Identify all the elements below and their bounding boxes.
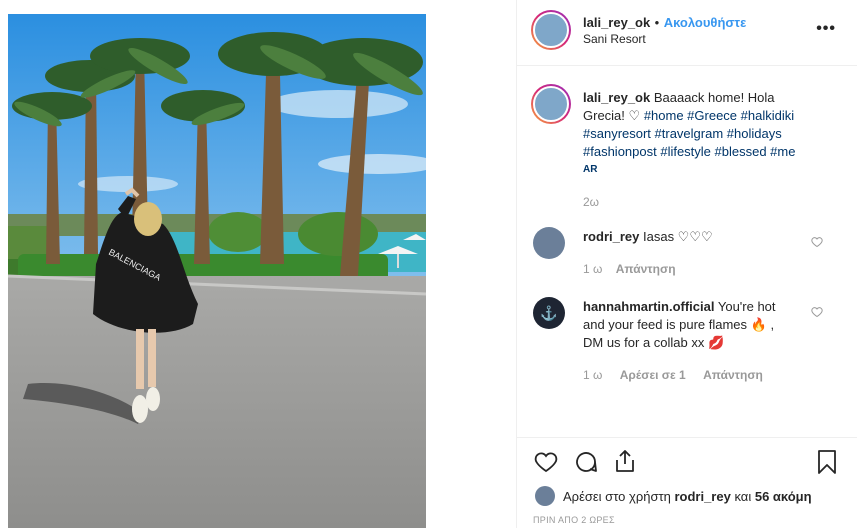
caption-tags-2[interactable]: #sanyresort #travelgram #holidays	[583, 125, 833, 143]
comment-text-1: You're hot	[717, 299, 776, 314]
comment-text-2: and your feed is pure flames 🔥 ,	[583, 317, 775, 332]
share-icon[interactable]	[613, 448, 637, 474]
post-timestamp: ΠΡΙΝ ΑΠΟ 2 ΩΡΕΣ	[533, 515, 615, 525]
comment-row: hannahmartin.official You're hot and you…	[583, 298, 833, 384]
likes-count[interactable]: 56 ακόμη	[755, 489, 812, 504]
comment-time: 1 ω	[583, 368, 603, 382]
caption-avatar[interactable]	[531, 84, 571, 124]
more-icon[interactable]: •••	[816, 20, 836, 38]
comment-row: rodri_rey Iasas ♡♡♡ 1 ω Απάντηση	[583, 228, 833, 278]
caption-tags-3[interactable]: #fashionpost #lifestyle #blessed #me	[583, 143, 833, 161]
liker-avatar[interactable]	[535, 486, 555, 506]
comment-username[interactable]: hannahmartin.official	[583, 299, 714, 314]
follow-button[interactable]: Ακολουθήστε	[664, 15, 747, 30]
comment-time: 1 ω	[583, 262, 603, 276]
anchor-icon: ⚓	[540, 304, 558, 321]
comment-icon[interactable]	[573, 450, 599, 474]
comment-text-3: DM us for a collab xx 💋	[583, 335, 725, 350]
caption-text: lali_rey_ok Baaaack home! Hola Grecia! ♡…	[583, 89, 833, 211]
caption-time: 2ω	[583, 195, 600, 209]
commenter-avatar[interactable]: ⚓	[533, 297, 565, 329]
comment-text: Iasas ♡♡♡	[643, 229, 713, 244]
likes-user[interactable]: rodri_rey	[674, 489, 730, 504]
likes-summary: Αρέσει στο χρήστη rodri_rey και 56 ακόμη	[535, 486, 812, 506]
caption-username[interactable]: lali_rey_ok	[583, 90, 650, 105]
comment-like-heart-icon[interactable]	[811, 306, 823, 318]
post-photo[interactable]: BALENCIAGA	[8, 14, 426, 528]
separator-dot: •	[654, 15, 660, 30]
commenter-avatar[interactable]	[533, 227, 565, 259]
caption-tags-1[interactable]: #home #Greece #halkidiki	[644, 108, 794, 123]
heart-emoji-icon: ♡	[628, 108, 641, 123]
beach-photo-illustration: BALENCIAGA	[8, 14, 426, 528]
reply-button[interactable]: Απάντηση	[703, 368, 763, 382]
caption-extra-tag[interactable]: AR	[583, 161, 833, 179]
author-avatar[interactable]	[531, 10, 571, 50]
likes-middle: και	[734, 488, 752, 504]
post-frame: BALENCIAGA lali_rey_ok • Ακολουθήστε San…	[0, 0, 857, 528]
caption-line-2: Grecia!	[583, 108, 625, 123]
post-actions: Αρέσει στο χρήστη rodri_rey και 56 ακόμη…	[517, 437, 857, 528]
post-location[interactable]: Sani Resort	[583, 32, 646, 46]
comment-likes-count[interactable]: Αρέσει σε 1	[620, 368, 686, 382]
reply-button[interactable]: Απάντηση	[616, 262, 676, 276]
author-username[interactable]: lali_rey_ok	[583, 15, 650, 30]
post-header: lali_rey_ok • Ακολουθήστε Sani Resort ••…	[517, 0, 857, 66]
comment-like-heart-icon[interactable]	[811, 236, 823, 248]
caption-line-1: Baaaack home! Hola	[653, 90, 775, 105]
post-sidebar: lali_rey_ok • Ακολουθήστε Sani Resort ••…	[516, 0, 857, 528]
comment-username[interactable]: rodri_rey	[583, 229, 639, 244]
heart-icon[interactable]	[533, 450, 559, 474]
likes-prefix: Αρέσει στο χρήστη	[563, 488, 671, 504]
bookmark-icon[interactable]	[816, 449, 838, 475]
